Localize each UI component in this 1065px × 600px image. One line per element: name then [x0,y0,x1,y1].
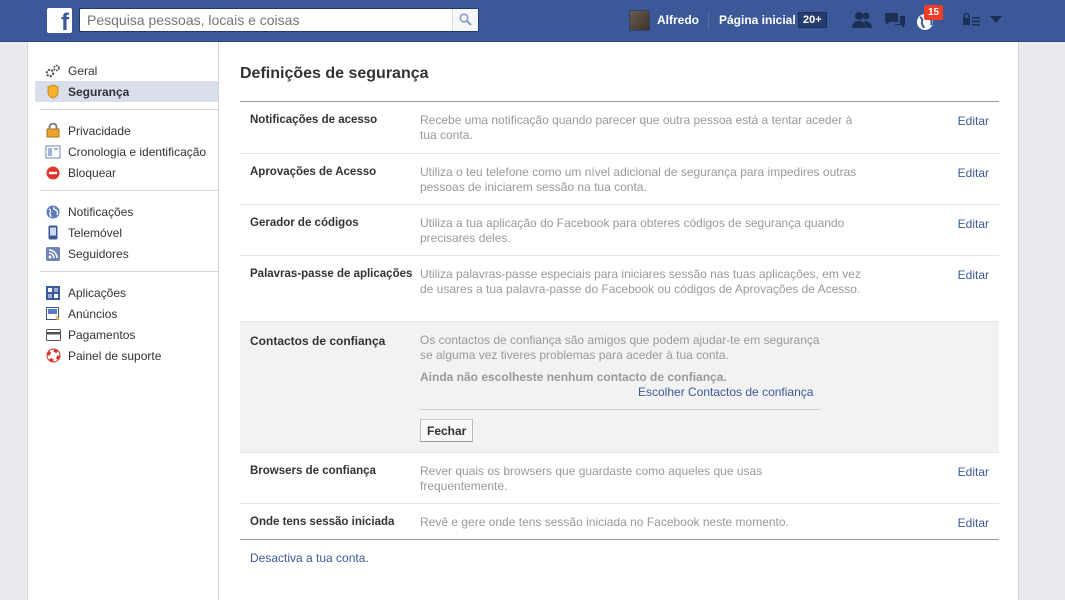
row-description: Os contactos de confiança são amigos que… [420,333,820,362]
friend-requests-icon[interactable] [851,11,873,31]
row-label: Onde tens sessão iniciada [250,516,395,528]
messages-icon[interactable] [884,11,906,31]
sidebar-item-apps[interactable]: Aplicações [40,282,218,303]
search-button[interactable] [452,9,478,31]
privacy-shortcuts-icon[interactable] [962,11,984,31]
timeline-icon [45,144,61,160]
row-label: Aprovações de Acesso [250,166,377,178]
edit-link[interactable]: Editar [958,465,989,479]
sidebar-item-label: Painel de suporte [68,348,162,363]
row-description: Utiliza o teu telefone como um nível adi… [420,165,857,194]
settings-list: Notificações de acesso Recebe uma notifi… [240,101,999,540]
search-input[interactable] [80,9,452,31]
security-badge-icon [45,84,61,100]
home-count-badge: 20+ [798,12,827,28]
no-trusted-contacts-note: Ainda não escolheste nenhum contacto de … [420,370,727,384]
search-box [79,8,479,32]
sidebar-group: Notificações Telemóvel Seguidores [40,191,218,272]
sidebar-item-label: Pagamentos [68,327,136,342]
sidebar-item-label: Segurança [68,84,130,99]
edit-link[interactable]: Editar [958,114,989,128]
settings-row-login-approvals[interactable]: Aprovações de Acesso Utiliza o teu telef… [240,153,999,204]
edit-link[interactable]: Editar [958,516,989,530]
row-label: Gerador de códigos [250,217,359,229]
avatar [629,9,650,31]
user-name: Alfredo [657,13,699,27]
home-link[interactable]: Página inicial [719,13,796,27]
row-description: Recebe uma notificação quando parecer qu… [420,113,853,142]
row-description: Utiliza a tua aplicação do Facebook para… [420,216,845,245]
sidebar-group: Geral Segurança [35,42,218,110]
mobile-icon [45,225,61,241]
settings-sidebar: Geral Segurança Privacidade Cronologia e… [28,42,219,600]
sidebar-item-label: Geral [68,63,98,78]
row-description: Utiliza palavras-passe especiais para in… [420,267,861,296]
gears-icon [45,63,61,79]
content-container: Geral Segurança Privacidade Cronologia e… [27,42,1019,600]
notifications-badge: 15 [924,5,944,20]
sidebar-item-label: Cronologia e identificação [68,144,207,159]
settings-row-login-notifications[interactable]: Notificações de acesso Recebe uma notifi… [240,102,999,153]
row-description: Revê e gere onde tens sessão iniciada no… [420,515,789,529]
sidebar-item-support[interactable]: Painel de suporte [40,345,218,366]
sidebar-item-general[interactable]: Geral [40,60,218,81]
chevron-down-icon[interactable] [990,16,1004,36]
nav-divider [708,12,709,29]
row-label: Palavras-passe de aplicações [250,268,413,280]
sidebar-group: Privacidade Cronologia e identificação B… [40,110,218,191]
sidebar-item-payments[interactable]: Pagamentos [40,324,218,345]
row-label: Notificações de acesso [250,114,378,126]
block-icon [45,165,61,181]
card-icon [45,327,61,343]
ads-icon [45,306,61,322]
sidebar-item-notifications[interactable]: Notificações [40,201,218,222]
edit-link[interactable]: Editar [958,268,989,282]
settings-row-app-passwords[interactable]: Palavras-passe de aplicações Utiliza pal… [240,255,999,321]
row-label: Contactos de confiança [250,334,386,348]
sidebar-item-label: Anúncios [68,306,118,321]
row-label: Browsers de confiança [250,465,376,477]
edit-link[interactable]: Editar [958,217,989,231]
deactivate-account-link[interactable]: Desactiva a tua conta. [250,551,369,565]
facebook-logo-icon[interactable]: f [47,8,72,35]
sidebar-item-label: Privacidade [68,123,131,138]
lifebuoy-icon [45,348,61,364]
sidebar-item-label: Notificações [68,204,134,219]
apps-icon [45,285,61,301]
profile-link[interactable]: Alfredo [629,9,699,31]
top-bar: f Alfredo Página inicial 20+ 15 [0,0,1065,42]
settings-row-trusted-contacts: Contactos de confiança Os contactos de c… [240,321,999,452]
close-button[interactable]: Fechar [420,419,474,442]
choose-trusted-contacts-link[interactable]: Escolher Contactos de confiança [638,385,813,399]
sidebar-item-timeline[interactable]: Cronologia e identificação [40,141,218,162]
edit-link[interactable]: Editar [958,166,989,180]
search-icon [459,13,472,26]
sidebar-item-label: Bloquear [68,165,117,180]
sidebar-item-security[interactable]: Segurança [35,81,218,102]
rss-icon [45,246,61,262]
row-description: Rever quais os browsers que guardaste co… [420,464,763,493]
sidebar-item-followers[interactable]: Seguidores [40,243,218,264]
settings-row-trusted-browsers[interactable]: Browsers de confiança Rever quais os bro… [240,452,999,503]
lock-icon [45,123,61,139]
sidebar-item-privacy[interactable]: Privacidade [40,120,218,141]
sidebar-group: Aplicações Anúncios Pagamentos Painel de… [40,272,218,373]
sidebar-item-label: Aplicações [68,285,127,300]
settings-row-active-sessions[interactable]: Onde tens sessão iniciada Revê e gere on… [240,503,999,539]
sidebar-item-label: Seguidores [68,246,129,261]
settings-row-code-generator[interactable]: Gerador de códigos Utiliza a tua aplicaç… [240,204,999,255]
sidebar-item-mobile[interactable]: Telemóvel [40,222,218,243]
page-title: Definições de segurança [240,65,429,82]
globe-icon [45,204,61,220]
sidebar-item-ads[interactable]: Anúncios [40,303,218,324]
divider [420,409,820,410]
sidebar-item-label: Telemóvel [68,225,123,240]
sidebar-item-block[interactable]: Bloquear [40,162,218,183]
